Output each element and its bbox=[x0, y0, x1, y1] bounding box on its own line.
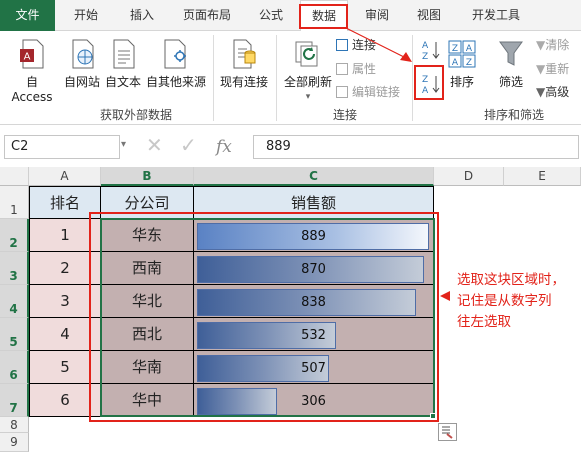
refresh-all-button[interactable]: 全部刷新 ▾ bbox=[280, 39, 336, 102]
name-box-dropdown-icon[interactable]: ▾ bbox=[121, 139, 126, 150]
tab-formulas[interactable]: 公式 bbox=[248, 0, 294, 31]
note-arrow-icon bbox=[440, 291, 450, 301]
tab-file[interactable]: 文件 bbox=[0, 0, 55, 31]
row-header-7[interactable]: 7 bbox=[0, 384, 29, 417]
from-access-button[interactable]: A 自 Access bbox=[4, 39, 60, 104]
row-header-2[interactable]: 2 bbox=[0, 219, 29, 252]
column-header-c[interactable]: C bbox=[194, 167, 434, 186]
svg-text:A: A bbox=[24, 52, 31, 63]
ribbon-separator bbox=[276, 35, 277, 121]
formula-input[interactable]: 889 bbox=[253, 135, 579, 159]
column-header-e[interactable]: E bbox=[504, 167, 581, 186]
annotation-line: 选取这块区域时， bbox=[457, 272, 565, 288]
edit-links-label: 编辑链接 bbox=[352, 85, 401, 99]
cancel-icon[interactable]: ✕ bbox=[146, 133, 163, 157]
arrow-annotation bbox=[345, 27, 412, 62]
text-file-icon bbox=[113, 39, 135, 69]
advanced-filter-item[interactable]: ▼高级 bbox=[536, 83, 569, 100]
advanced-filter-icon: ▼ bbox=[536, 85, 546, 99]
filter-label: 筛选 bbox=[498, 75, 523, 89]
row-header-5[interactable]: 5 bbox=[0, 318, 29, 351]
advanced-filter-label: 高级 bbox=[545, 85, 570, 99]
row-header-4[interactable]: 4 bbox=[0, 285, 29, 318]
reapply-label: 重新 bbox=[545, 62, 570, 76]
ribbon: A 自 Access 自网站 自文本 自其他来源 现有连接 获取外部数据 全部刷… bbox=[0, 31, 581, 125]
column-header-a[interactable]: A bbox=[29, 167, 101, 186]
existing-connections-button[interactable]: 现有连接 bbox=[216, 39, 272, 90]
reapply-icon: ▼ bbox=[536, 62, 546, 76]
edit-links-item[interactable]: 编辑链接 bbox=[336, 83, 400, 100]
svg-text:A: A bbox=[452, 58, 459, 68]
group-label-connections: 连接 bbox=[333, 108, 358, 122]
other-sources-icon bbox=[164, 39, 186, 69]
group-label-get-external-data: 获取外部数据 bbox=[100, 108, 173, 122]
selection-highlight bbox=[89, 212, 439, 422]
from-text-button[interactable]: 自文本 bbox=[103, 39, 143, 90]
filter-button[interactable]: 筛选 bbox=[494, 39, 528, 90]
sort-button[interactable]: Z A A Z 排序 bbox=[446, 39, 478, 90]
annotation-line: 往左选取 bbox=[457, 314, 511, 330]
refresh-icon bbox=[295, 41, 318, 67]
formula-bar: C2 ▾ ✕ ✓ fx 889 bbox=[0, 131, 581, 161]
row-header-6[interactable]: 6 bbox=[0, 351, 29, 384]
row-header-3[interactable]: 3 bbox=[0, 252, 29, 285]
edit-links-icon bbox=[336, 86, 348, 98]
from-web-label: 自网站 bbox=[63, 75, 100, 89]
dropdown-arrow-icon: ▾ bbox=[305, 92, 311, 102]
insert-function-icon[interactable]: fx bbox=[216, 137, 232, 157]
tab-home[interactable]: 开始 bbox=[62, 0, 110, 31]
existing-connections-label: 现有连接 bbox=[219, 75, 268, 89]
tab-insert[interactable]: 插入 bbox=[118, 0, 166, 31]
svg-text:Z: Z bbox=[466, 58, 472, 68]
tab-page-layout[interactable]: 页面布局 bbox=[172, 0, 242, 31]
from-web-button[interactable]: 自网站 bbox=[62, 39, 102, 90]
svg-text:Z: Z bbox=[452, 44, 458, 54]
from-text-label: 自文本 bbox=[104, 75, 141, 89]
column-header-b[interactable]: B bbox=[101, 167, 194, 186]
refresh-all-label: 全部刷新 bbox=[283, 75, 332, 89]
tab-developer[interactable]: 开发工具 bbox=[460, 0, 532, 31]
row-header-8[interactable]: 8 bbox=[0, 417, 29, 433]
svg-text:A: A bbox=[466, 44, 473, 54]
from-other-sources-label: 自其他来源 bbox=[145, 75, 206, 89]
select-all-corner[interactable] bbox=[0, 167, 29, 186]
sort-ascending-icon: A Z bbox=[422, 41, 440, 62]
ribbon-separator bbox=[213, 35, 214, 121]
ribbon-tab-bar: 文件 开始 插入 页面布局 公式 数据 审阅 视图 开发工具 bbox=[0, 0, 581, 32]
clear-filter-icon: ▼ bbox=[536, 38, 546, 52]
existing-connections-icon bbox=[233, 39, 256, 69]
svg-text:A: A bbox=[422, 41, 429, 51]
enter-icon[interactable]: ✓ bbox=[180, 133, 197, 157]
name-box[interactable]: C2 bbox=[4, 135, 120, 159]
column-header-d[interactable]: D bbox=[434, 167, 504, 186]
sort-desc-highlight bbox=[414, 65, 444, 100]
annotation-line: 记住是从数字列 bbox=[457, 293, 552, 309]
filter-icon bbox=[499, 41, 523, 66]
sort-ascending-button[interactable]: A Z bbox=[418, 39, 444, 63]
from-access-label: 自 Access bbox=[11, 75, 53, 104]
quick-analysis-icon[interactable] bbox=[438, 423, 457, 441]
clear-filter-item[interactable]: ▼清除 bbox=[536, 36, 569, 53]
from-other-sources-button[interactable]: 自其他来源 bbox=[144, 39, 208, 90]
quick-analysis-glyph bbox=[442, 426, 453, 439]
access-icon: A bbox=[20, 39, 44, 69]
sort-dialog-icon: Z A A Z bbox=[448, 40, 476, 68]
svg-text:Z: Z bbox=[422, 52, 428, 61]
sort-label: 排序 bbox=[449, 75, 474, 89]
reapply-item[interactable]: ▼重新 bbox=[536, 60, 569, 77]
web-icon bbox=[72, 39, 94, 69]
group-label-sort-filter: 排序和筛选 bbox=[484, 108, 545, 122]
annotation-note: 选取这块区域时， 记住是从数字列 往左选取 bbox=[457, 270, 579, 333]
row-header-9[interactable]: 9 bbox=[0, 433, 29, 452]
row-header-1[interactable]: 1 bbox=[0, 186, 29, 219]
clear-filter-label: 清除 bbox=[545, 38, 570, 52]
